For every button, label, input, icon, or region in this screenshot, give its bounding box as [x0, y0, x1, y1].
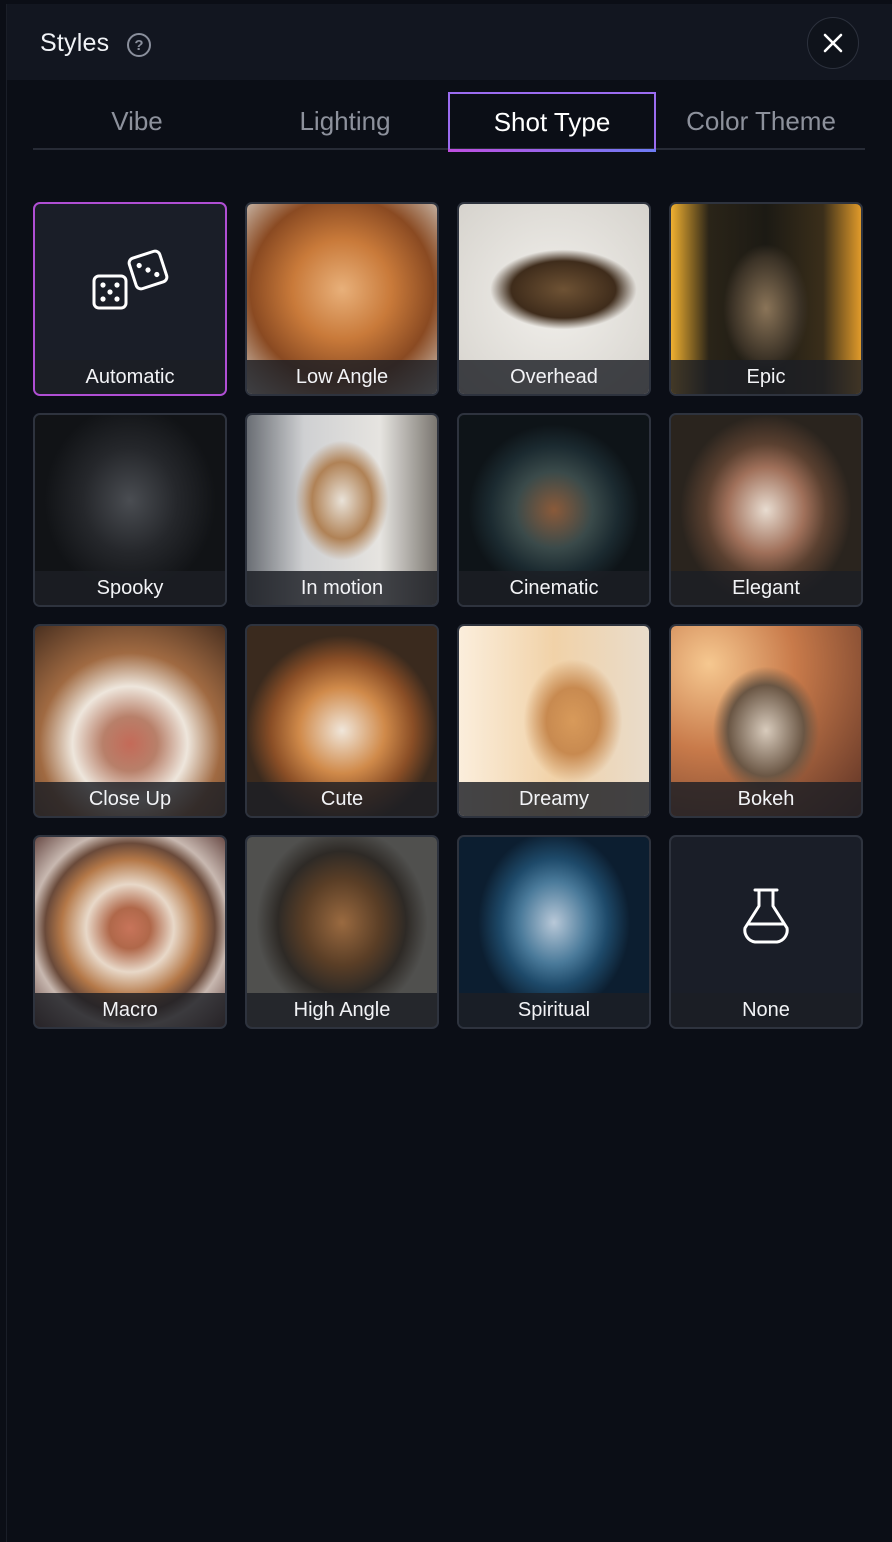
style-label: Macro [35, 993, 225, 1027]
style-label: Low Angle [247, 360, 437, 394]
style-card-automatic[interactable]: Automatic [33, 202, 227, 396]
style-label: Overhead [459, 360, 649, 394]
style-card-low-angle[interactable]: Low Angle [245, 202, 439, 396]
flask-icon [743, 888, 789, 944]
style-card-macro[interactable]: Macro [33, 835, 227, 1029]
close-x-icon [823, 33, 843, 53]
style-card-in-motion[interactable]: In motion [245, 413, 439, 607]
style-label: Cinematic [459, 571, 649, 605]
style-label: Close Up [35, 782, 225, 816]
style-card-spiritual[interactable]: Spiritual [457, 835, 651, 1029]
style-label: Dreamy [459, 782, 649, 816]
style-label: Spiritual [459, 993, 649, 1027]
style-card-bokeh[interactable]: Bokeh [669, 624, 863, 818]
tab-vibe[interactable]: Vibe [33, 92, 241, 150]
style-card-cinematic[interactable]: Cinematic [457, 413, 651, 607]
close-button[interactable] [807, 17, 859, 69]
style-label: Epic [671, 360, 861, 394]
style-label: None [671, 993, 861, 1027]
style-card-elegant[interactable]: Elegant [669, 413, 863, 607]
style-card-none[interactable]: None [669, 835, 863, 1029]
question-circle-icon[interactable]: ? [127, 33, 151, 57]
style-label: Elegant [671, 571, 861, 605]
style-label: Automatic [35, 360, 225, 394]
tab-bar: Vibe Lighting Shot Type Color Theme [33, 92, 865, 152]
style-card-epic[interactable]: Epic [669, 202, 863, 396]
style-card-close-up[interactable]: Close Up [33, 624, 227, 818]
style-card-high-angle[interactable]: High Angle [245, 835, 439, 1029]
style-card-dreamy[interactable]: Dreamy [457, 624, 651, 818]
style-card-spooky[interactable]: Spooky [33, 413, 227, 607]
panel-title: Styles [40, 29, 110, 57]
styles-panel: Styles ? Vibe Lighting Shot Type Color T… [6, 4, 892, 1542]
style-label: High Angle [247, 993, 437, 1027]
style-card-cute[interactable]: Cute [245, 624, 439, 818]
tab-lighting[interactable]: Lighting [241, 92, 449, 150]
style-label: Bokeh [671, 782, 861, 816]
style-label: Spooky [35, 571, 225, 605]
style-label: Cute [247, 782, 437, 816]
style-grid: Automatic Low Angle Overhead Epic Spooky… [33, 202, 865, 1032]
tab-color-theme[interactable]: Color Theme [657, 92, 865, 150]
style-label: In motion [247, 571, 437, 605]
dice-icon [92, 249, 169, 310]
panel-header: Styles ? [7, 4, 892, 80]
tab-shot-type[interactable]: Shot Type [448, 92, 656, 152]
style-card-overhead[interactable]: Overhead [457, 202, 651, 396]
